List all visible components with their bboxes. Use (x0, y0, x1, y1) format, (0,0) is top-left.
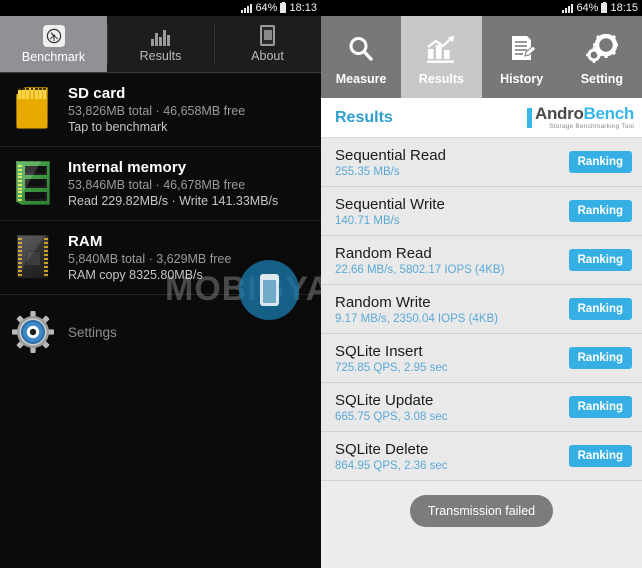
ram-title: RAM (68, 233, 103, 250)
tab-about-label: About (251, 49, 284, 63)
magnifier-icon (344, 32, 378, 66)
result-title: Sequential Write (335, 195, 445, 213)
page-title: Results (335, 108, 393, 126)
result-title: SQLite Insert (335, 342, 423, 360)
result-value: 9.17 MB/s, 2350.04 IOPS (4KB) (335, 312, 498, 325)
tab-history-label: History (500, 72, 544, 86)
right-status-bar: 64% 18:15 (321, 0, 642, 16)
phone-icon (260, 25, 275, 46)
right-phone-screen: 64% 18:15 Measure Results History Settin… (321, 0, 642, 568)
settings-label: Settings (68, 324, 117, 340)
tab-results-label: Results (418, 72, 464, 86)
battery-icon (601, 2, 608, 13)
result-title: SQLite Delete (335, 440, 429, 458)
ranking-button[interactable]: Ranking (568, 298, 632, 320)
table-row[interactable]: Random Read 22.66 MB/s, 5802.17 IOPS (4K… (321, 236, 642, 285)
result-title: Random Write (335, 293, 431, 311)
table-row[interactable]: Random Write 9.17 MB/s, 2350.04 IOPS (4K… (321, 285, 642, 334)
result-value: 22.66 MB/s, 5802.17 IOPS (4KB) (335, 263, 505, 276)
list-item-sd-card[interactable]: SD card 53,826MB total · 46,658MB free T… (0, 73, 321, 147)
chart-growth-icon (424, 32, 458, 66)
tab-results[interactable]: Results (401, 16, 482, 98)
sd-card-title: SD card (68, 85, 126, 102)
ram-chip-icon (10, 231, 56, 283)
right-tab-bar: Measure Results History Setting (321, 16, 642, 98)
result-title: SQLite Update (335, 391, 434, 409)
ranking-button[interactable]: Ranking (568, 396, 632, 418)
right-empty-area (321, 527, 642, 568)
tab-measure-label: Measure (335, 72, 387, 86)
tab-results[interactable]: Results (107, 16, 214, 72)
ranking-button[interactable]: Ranking (568, 445, 632, 467)
clock-label: 18:13 (289, 1, 317, 14)
battery-percent-label: 64% (576, 1, 599, 14)
logo-bench-text: Bench (583, 103, 635, 123)
sd-card-detail: Tap to benchmark (68, 120, 168, 134)
tab-results-label: Results (139, 48, 182, 63)
document-pen-icon (505, 32, 539, 66)
sd-card-capacity: 53,826MB total · 46,658MB free (68, 104, 246, 118)
logo-accent-bar (526, 107, 532, 128)
gears-icon (585, 32, 619, 66)
internal-memory-icon (10, 157, 56, 209)
tab-history[interactable]: History (482, 16, 562, 98)
result-value: 255.35 MB/s (335, 165, 400, 178)
bar-chart-icon (150, 26, 172, 46)
result-value: 725.85 QPS, 2.95 sec (335, 361, 448, 374)
androbench-logo: AndroBench Storage Benchmarking Tool (526, 103, 635, 131)
clock-label: 18:15 (610, 1, 638, 14)
left-tab-bar: Benchmark Results About (0, 16, 321, 72)
battery-percent-label: 64% (255, 1, 278, 14)
dual-screenshot-container: 64% 18:13 Benchmark Results About SD car… (0, 0, 642, 568)
left-phone-screen: 64% 18:13 Benchmark Results About SD car… (0, 0, 321, 568)
battery-icon (280, 2, 287, 13)
gear-icon (10, 309, 56, 355)
tab-benchmark[interactable]: Benchmark (0, 16, 107, 72)
left-status-bar: 64% 18:13 (0, 0, 321, 16)
results-header: Results AndroBench Storage Benchmarking … (321, 98, 642, 138)
table-row[interactable]: SQLite Update 665.75 QPS, 3.08 sec Ranki… (321, 383, 642, 432)
table-row[interactable]: SQLite Insert 725.85 QPS, 2.95 sec Ranki… (321, 334, 642, 383)
result-value: 864.95 QPS, 2.36 sec (335, 459, 448, 472)
tab-setting[interactable]: Setting (562, 16, 642, 98)
table-row[interactable]: SQLite Delete 864.95 QPS, 2.36 sec Ranki… (321, 432, 642, 481)
result-value: 665.75 QPS, 3.08 sec (335, 410, 448, 423)
tab-benchmark-label: Benchmark (21, 49, 86, 64)
ranking-button[interactable]: Ranking (568, 347, 632, 369)
result-value: 140.71 MB/s (335, 214, 400, 227)
ranking-button[interactable]: Ranking (568, 200, 632, 222)
internal-memory-detail: Read 229.82MB/s · Write 141.33MB/s (68, 194, 279, 208)
logo-tagline: Storage Benchmarking Tool (549, 122, 634, 130)
status-badge: Transmission failed (409, 495, 554, 527)
signal-bars-icon (241, 3, 253, 13)
result-title: Sequential Read (335, 146, 446, 164)
result-title: Random Read (335, 244, 432, 262)
ranking-button[interactable]: Ranking (568, 151, 632, 173)
list-item-settings[interactable]: Settings (0, 295, 321, 369)
ram-detail: RAM copy 8325.80MB/s (68, 268, 203, 282)
tab-about[interactable]: About (214, 16, 321, 72)
list-item-ram[interactable]: RAM 5,840MB total · 3,629MB free RAM cop… (0, 221, 321, 295)
internal-memory-title: Internal memory (68, 159, 187, 176)
gauge-icon (42, 24, 65, 47)
sd-card-icon (10, 83, 56, 135)
tab-setting-label: Setting (580, 72, 624, 86)
toast-container: Transmission failed (321, 481, 642, 527)
ram-capacity: 5,840MB total · 3,629MB free (68, 252, 232, 266)
signal-bars-icon (562, 3, 574, 13)
table-row[interactable]: Sequential Read 255.35 MB/s Ranking (321, 138, 642, 187)
results-list: Sequential Read 255.35 MB/s Ranking Sequ… (321, 138, 642, 481)
list-item-internal-memory[interactable]: Internal memory 53,846MB total · 46,678M… (0, 147, 321, 221)
internal-memory-capacity: 53,846MB total · 46,678MB free (68, 178, 246, 192)
ranking-button[interactable]: Ranking (568, 249, 632, 271)
tab-measure[interactable]: Measure (321, 16, 401, 98)
logo-andro-text: Andro (534, 103, 584, 123)
table-row[interactable]: Sequential Write 140.71 MB/s Ranking (321, 187, 642, 236)
